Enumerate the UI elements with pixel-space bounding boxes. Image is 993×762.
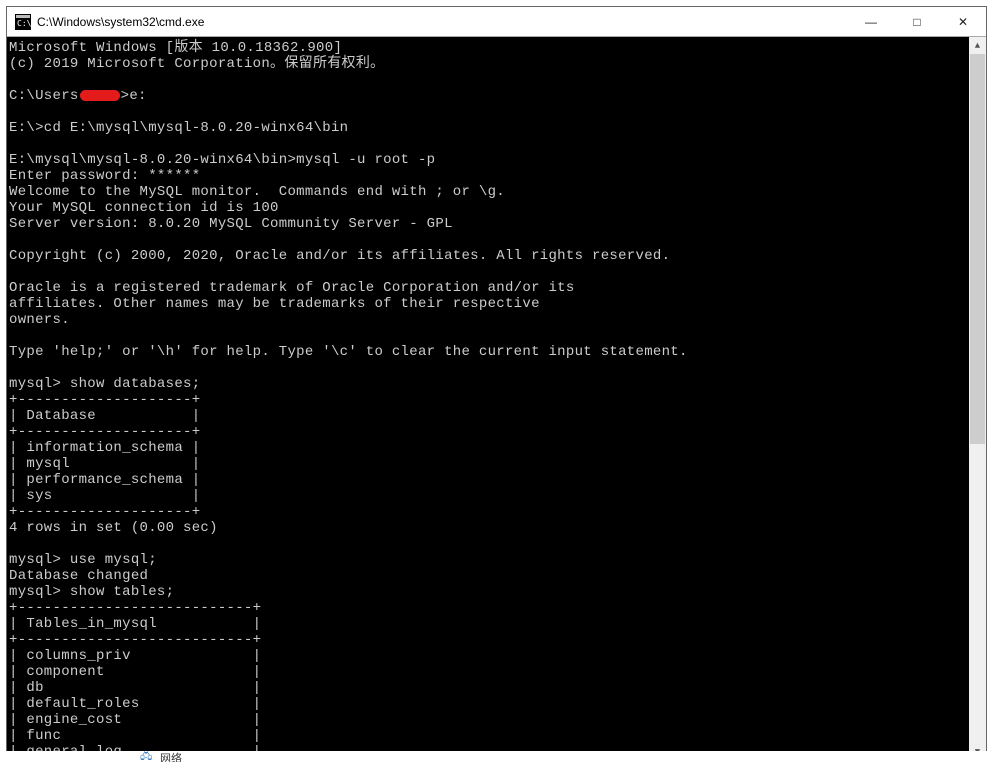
redacted-username	[80, 90, 120, 101]
line: E:\mysql\mysql-8.0.20-winx64\bin>mysql -…	[9, 152, 435, 168]
line: | engine_cost |	[9, 712, 261, 728]
line: Oracle is a registered trademark of Orac…	[9, 280, 575, 296]
line: | db |	[9, 680, 261, 696]
line: C:\Users	[9, 88, 79, 104]
line: owners.	[9, 312, 70, 328]
line: >e:	[121, 88, 147, 104]
line: 4 rows in set (0.00 sec)	[9, 520, 218, 536]
network-label: 网络	[160, 751, 182, 762]
line: mysql> use mysql;	[9, 552, 157, 568]
line: Server version: 8.0.20 MySQL Community S…	[9, 216, 453, 232]
minimize-button[interactable]: —	[848, 7, 894, 37]
line: +--------------------+	[9, 392, 200, 408]
line: mysql> show databases;	[9, 376, 200, 392]
scroll-thumb[interactable]	[970, 54, 985, 444]
line: Your MySQL connection id is 100	[9, 200, 279, 216]
line: | default_roles |	[9, 696, 261, 712]
line: | Tables_in_mysql |	[9, 616, 261, 632]
line: affiliates. Other names may be trademark…	[9, 296, 540, 312]
line: | component |	[9, 664, 261, 680]
cmd-window: C:\ C:\Windows\system32\cmd.exe — □ ✕ Mi…	[6, 6, 987, 751]
maximize-button[interactable]: □	[894, 7, 940, 37]
line: Database changed	[9, 568, 148, 584]
line: | performance_schema |	[9, 472, 200, 488]
scrollbar[interactable]: ▲ ▼	[969, 37, 986, 760]
taskbar-fragment: 🖧 网络	[0, 751, 993, 762]
line: +--------------------+	[9, 504, 200, 520]
line: +--------------------+	[9, 424, 200, 440]
line: Type 'help;' or '\h' for help. Type '\c'…	[9, 344, 688, 360]
terminal-area: Microsoft Windows [版本 10.0.18362.900] (c…	[7, 37, 986, 760]
line: Enter password: ******	[9, 168, 200, 184]
window-title: C:\Windows\system32\cmd.exe	[37, 15, 848, 29]
line: +---------------------------+	[9, 600, 261, 616]
line: mysql> show tables;	[9, 584, 174, 600]
network-icon: 🖧	[140, 751, 152, 762]
line: | mysql |	[9, 456, 200, 472]
line: | Database |	[9, 408, 200, 424]
line: | columns_priv |	[9, 648, 261, 664]
close-button[interactable]: ✕	[940, 7, 986, 37]
line: E:\>cd E:\mysql\mysql-8.0.20-winx64\bin	[9, 120, 348, 136]
line: | information_schema |	[9, 440, 200, 456]
svg-text:C:\: C:\	[17, 19, 31, 28]
line: Microsoft Windows [版本 10.0.18362.900]	[9, 40, 342, 56]
line: | sys |	[9, 488, 200, 504]
line: (c) 2019 Microsoft Corporation。保留所有权利。	[9, 56, 384, 72]
scroll-up-icon[interactable]: ▲	[969, 37, 986, 54]
line: +---------------------------+	[9, 632, 261, 648]
titlebar[interactable]: C:\ C:\Windows\system32\cmd.exe — □ ✕	[7, 7, 986, 37]
terminal-output[interactable]: Microsoft Windows [版本 10.0.18362.900] (c…	[7, 37, 969, 760]
line: Copyright (c) 2000, 2020, Oracle and/or …	[9, 248, 670, 264]
line: Welcome to the MySQL monitor. Commands e…	[9, 184, 505, 200]
cmd-icon: C:\	[15, 14, 31, 30]
line: | func |	[9, 728, 261, 744]
